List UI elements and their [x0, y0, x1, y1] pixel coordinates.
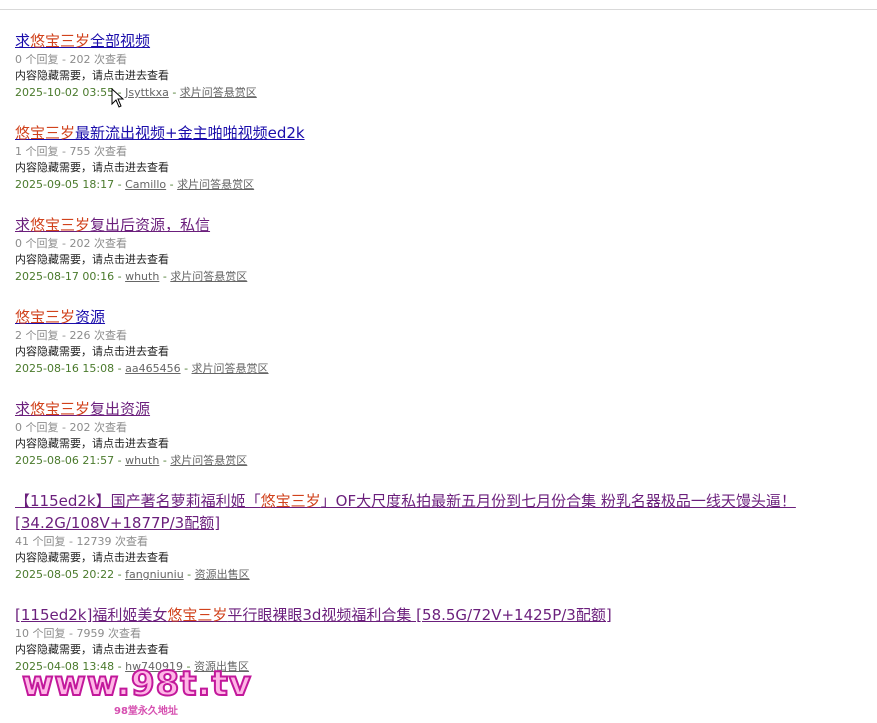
- search-result-item: [115ed2k]福利姬美女悠宝三岁平行眼裸眼3d视频福利合集 [58.5G/7…: [15, 604, 855, 676]
- result-stats: 41 个回复 - 12739 次查看: [15, 535, 148, 548]
- result-title-link[interactable]: 【115ed2k】国产著名萝莉福利姬「悠宝三岁」OF大尺度私拍最新五月份到七月份…: [15, 490, 855, 534]
- info-separator: -: [180, 362, 192, 375]
- info-separator: -: [114, 270, 126, 283]
- result-info-line: 2025-08-17 00:16 - whuth - 求片问答悬赏区: [15, 268, 855, 286]
- info-separator: -: [168, 86, 180, 99]
- title-text-segment: 全部视频: [90, 32, 151, 50]
- result-date: 2025-09-05 18:17: [15, 178, 115, 191]
- result-date: 2025-08-05 20:22: [15, 568, 115, 581]
- result-forum-link[interactable]: 资源出售区: [194, 660, 249, 673]
- result-title-link[interactable]: 求悠宝三岁复出资源: [15, 398, 150, 420]
- watermark-subtext: 98堂永久地址: [114, 706, 178, 717]
- search-result-item: 悠宝三岁资源 2 个回复 - 226 次查看 内容隐藏需要，请点击进去查看 2025-…: [15, 306, 855, 378]
- result-author-link[interactable]: Jsyttkxa: [125, 86, 169, 99]
- result-forum-link[interactable]: 求片问答悬赏区: [192, 362, 269, 375]
- result-title-link[interactable]: 求悠宝三岁全部视频: [15, 30, 150, 52]
- title-text-segment: 资源: [75, 308, 106, 326]
- title-keyword-highlight: 悠宝三岁: [30, 216, 91, 234]
- title-text-segment: 平行眼裸眼3d视频福利合集 [58.5G/72V+1425P/3配额]: [227, 606, 612, 624]
- info-separator: -: [159, 270, 171, 283]
- title-text-segment: 复出后资源，私信: [90, 216, 211, 234]
- top-divider-bar: [0, 0, 877, 10]
- result-hidden-content-note: 内容隐藏需要，请点击进去查看: [15, 643, 169, 656]
- result-title-link[interactable]: 求悠宝三岁复出后资源，私信: [15, 214, 210, 236]
- result-date: 2025-08-06 21:57: [15, 454, 115, 467]
- info-separator: -: [114, 660, 126, 673]
- result-stats: 2 个回复 - 226 次查看: [15, 329, 127, 342]
- info-separator: -: [183, 568, 195, 581]
- title-text-segment: 求: [15, 216, 31, 234]
- result-hidden-content-note: 内容隐藏需要，请点击进去查看: [15, 69, 169, 82]
- result-author-link[interactable]: whuth: [125, 454, 159, 467]
- search-result-item: 悠宝三岁最新流出视频+金主啪啪视频ed2k 1 个回复 - 755 次查看 内容隐藏…: [15, 122, 855, 194]
- result-info-line: 2025-10-02 03:55 - Jsyttkxa - 求片问答悬赏区: [15, 84, 855, 102]
- info-separator: -: [114, 362, 126, 375]
- result-hidden-content-note: 内容隐藏需要，请点击进去查看: [15, 253, 169, 266]
- result-stats: 10 个回复 - 7959 次查看: [15, 627, 141, 640]
- result-forum-link[interactable]: 求片问答悬赏区: [180, 86, 257, 99]
- result-hidden-content-note: 内容隐藏需要，请点击进去查看: [15, 345, 169, 358]
- result-info-line: 2025-04-08 13:48 - hw740919 - 资源出售区: [15, 658, 855, 676]
- info-separator: -: [114, 454, 126, 467]
- title-keyword-highlight: 悠宝三岁: [30, 400, 91, 418]
- result-author-link[interactable]: fangniuniu: [125, 568, 184, 581]
- result-hidden-content-note: 内容隐藏需要，请点击进去查看: [15, 161, 169, 174]
- mouse-cursor-icon: [111, 88, 125, 108]
- result-author-link[interactable]: aa465456: [125, 362, 180, 375]
- result-forum-link[interactable]: 求片问答悬赏区: [170, 454, 247, 467]
- title-keyword-highlight: 悠宝三岁: [15, 308, 76, 326]
- result-forum-link[interactable]: 求片问答悬赏区: [177, 178, 254, 191]
- search-result-item: 求悠宝三岁全部视频 0 个回复 - 202 次查看 内容隐藏需要，请点击进去查看 20…: [15, 30, 855, 102]
- result-stats: 1 个回复 - 755 次查看: [15, 145, 127, 158]
- title-text-segment: 求: [15, 400, 31, 418]
- title-text-segment: 最新流出视频+金主啪啪视频ed2k: [75, 124, 305, 142]
- title-text-segment: 求: [15, 32, 31, 50]
- result-title-link[interactable]: 悠宝三岁资源: [15, 306, 105, 328]
- result-author-link[interactable]: hw740919: [125, 660, 183, 673]
- info-separator: -: [159, 454, 171, 467]
- result-title-link[interactable]: 悠宝三岁最新流出视频+金主啪啪视频ed2k: [15, 122, 305, 144]
- title-text-segment: 复出资源: [90, 400, 151, 418]
- title-text-segment: [115ed2k]福利姬美女: [15, 606, 168, 624]
- result-date: 2025-08-16 15:08: [15, 362, 115, 375]
- title-keyword-highlight: 悠宝三岁: [260, 492, 321, 510]
- title-text-segment: 【115ed2k】国产著名萝莉福利姬「: [15, 492, 261, 510]
- result-hidden-content-note: 内容隐藏需要，请点击进去查看: [15, 437, 169, 450]
- result-author-link[interactable]: whuth: [125, 270, 159, 283]
- result-date: 2025-10-02 03:55: [15, 86, 115, 99]
- result-stats: 0 个回复 - 202 次查看: [15, 421, 127, 434]
- info-separator: -: [183, 660, 195, 673]
- result-info-line: 2025-08-05 20:22 - fangniuniu - 资源出售区: [15, 566, 855, 584]
- result-hidden-content-note: 内容隐藏需要，请点击进去查看: [15, 551, 169, 564]
- info-separator: -: [166, 178, 178, 191]
- search-result-item: 求悠宝三岁复出后资源，私信 0 个回复 - 202 次查看 内容隐藏需要，请点击进去…: [15, 214, 855, 286]
- result-date: 2025-04-08 13:48: [15, 660, 115, 673]
- result-stats: 0 个回复 - 202 次查看: [15, 53, 127, 66]
- title-keyword-highlight: 悠宝三岁: [15, 124, 76, 142]
- search-result-item: 求悠宝三岁复出资源 0 个回复 - 202 次查看 内容隐藏需要，请点击进去查看 20…: [15, 398, 855, 470]
- search-results-list: 求悠宝三岁全部视频 0 个回复 - 202 次查看 内容隐藏需要，请点击进去查看 20…: [15, 30, 855, 696]
- search-result-item: 【115ed2k】国产著名萝莉福利姬「悠宝三岁」OF大尺度私拍最新五月份到七月份…: [15, 490, 855, 584]
- title-keyword-highlight: 悠宝三岁: [30, 32, 91, 50]
- info-separator: -: [114, 568, 126, 581]
- result-info-line: 2025-08-06 21:57 - whuth - 求片问答悬赏区: [15, 452, 855, 470]
- result-title-link[interactable]: [115ed2k]福利姬美女悠宝三岁平行眼裸眼3d视频福利合集 [58.5G/7…: [15, 604, 612, 626]
- result-forum-link[interactable]: 求片问答悬赏区: [170, 270, 247, 283]
- info-separator: -: [114, 178, 126, 191]
- result-date: 2025-08-17 00:16: [15, 270, 115, 283]
- title-keyword-highlight: 悠宝三岁: [167, 606, 228, 624]
- result-forum-link[interactable]: 资源出售区: [195, 568, 250, 581]
- result-info-line: 2025-09-05 18:17 - Camillo - 求片问答悬赏区: [15, 176, 855, 194]
- result-info-line: 2025-08-16 15:08 - aa465456 - 求片问答悬赏区: [15, 360, 855, 378]
- result-author-link[interactable]: Camillo: [125, 178, 166, 191]
- result-stats: 0 个回复 - 202 次查看: [15, 237, 127, 250]
